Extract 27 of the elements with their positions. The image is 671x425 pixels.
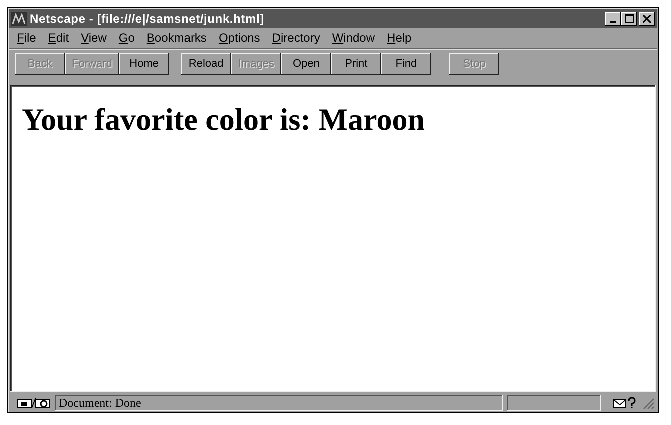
page-heading: Your favorite color is: Maroon — [22, 102, 426, 138]
minimize-icon — [610, 20, 616, 22]
window-title: Netscape - [file:///e|/samsnet/junk.html] — [30, 12, 266, 26]
maximize-icon — [624, 14, 634, 23]
mail-icon[interactable] — [613, 396, 637, 408]
menu-item[interactable]: Edit — [42, 31, 76, 45]
toolbar-button[interactable]: Home — [119, 53, 170, 75]
menu-item[interactable]: File — [11, 31, 42, 45]
menu-item[interactable]: View — [75, 31, 113, 45]
menu-item[interactable]: Go — [112, 31, 141, 45]
menu-item[interactable]: Bookmarks — [140, 31, 213, 45]
menu-item[interactable]: Window — [326, 31, 382, 45]
minimize-button[interactable] — [605, 12, 621, 26]
menu-item[interactable]: Directory — [266, 31, 326, 45]
maximize-button[interactable] — [621, 12, 637, 26]
toolbar-button[interactable]: Find — [381, 53, 432, 75]
toolbar-button[interactable]: Open — [281, 53, 332, 75]
menu-item[interactable]: Help — [381, 31, 418, 45]
resize-grip-icon[interactable] — [641, 396, 655, 410]
app-icon — [11, 12, 27, 26]
toolbar-button[interactable]: Reload — [181, 53, 232, 75]
close-icon — [643, 14, 651, 22]
security-icon — [17, 396, 51, 408]
close-button[interactable] — [639, 12, 655, 26]
status-message: Document: Done — [55, 394, 503, 410]
menu-item[interactable]: Options — [212, 31, 266, 45]
toolbar-button[interactable]: Print — [331, 53, 382, 75]
